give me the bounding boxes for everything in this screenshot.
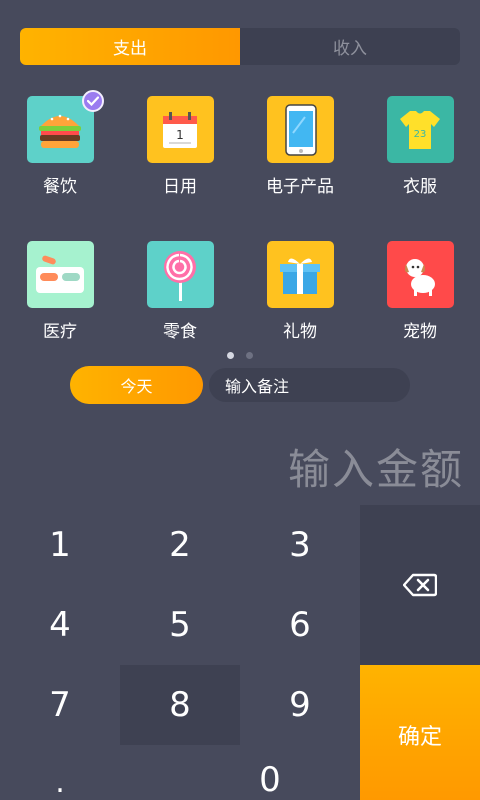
backspace-button[interactable] xyxy=(360,505,480,665)
calendar-icon: 1 xyxy=(163,111,197,148)
tab-expense[interactable]: 支出 xyxy=(20,28,240,65)
category-dining[interactable]: 餐饮 xyxy=(0,90,120,197)
note-input[interactable]: 输入备注 xyxy=(209,368,410,402)
category-tile xyxy=(26,241,94,308)
burger-icon xyxy=(39,114,81,148)
backspace-icon xyxy=(403,573,437,597)
category-tile xyxy=(386,241,454,308)
lollipop-icon xyxy=(164,250,196,301)
key-7[interactable]: 7 xyxy=(0,665,120,745)
key-8[interactable]: 8 xyxy=(120,665,240,745)
category-label: 宠物 xyxy=(403,322,437,342)
pills-icon xyxy=(36,255,84,293)
date-button[interactable]: 今天 xyxy=(70,366,203,404)
type-toggle: 支出 收入 xyxy=(20,28,460,65)
selected-check-icon xyxy=(81,90,104,112)
category-clothes[interactable]: 23 衣服 xyxy=(360,96,480,197)
category-label: 餐饮 xyxy=(43,177,77,197)
phone-icon xyxy=(285,103,317,156)
category-tile xyxy=(266,241,334,308)
confirm-button[interactable]: 确定 xyxy=(360,665,480,800)
category-label: 日用 xyxy=(163,177,197,197)
amount-display: 输入金额 xyxy=(287,445,464,494)
category-label: 零食 xyxy=(163,322,197,342)
key-1[interactable]: 1 xyxy=(0,505,120,585)
category-tile xyxy=(266,96,334,163)
key-3[interactable]: 3 xyxy=(240,505,360,585)
category-tile: 23 xyxy=(386,96,454,163)
key-6[interactable]: 6 xyxy=(240,585,360,665)
key-decimal[interactable]: . xyxy=(30,745,90,800)
category-electronics[interactable]: 电子产品 xyxy=(240,96,360,197)
category-tile xyxy=(146,241,214,308)
category-snacks[interactable]: 零食 xyxy=(120,241,240,342)
key-0[interactable]: 0 xyxy=(210,745,330,800)
shirt-number: 23 xyxy=(414,129,427,140)
key-5[interactable]: 5 xyxy=(120,585,240,665)
page-dot[interactable] xyxy=(246,351,253,359)
key-4[interactable]: 4 xyxy=(0,585,120,665)
category-panel: 支出 收入 餐饮 1 日用 电子产品 23 衣服 医疗 零食 礼物 宠物 今天 … xyxy=(0,0,480,420)
page-dot-active[interactable] xyxy=(227,351,234,359)
calendar-number: 1 xyxy=(176,128,184,142)
category-medical[interactable]: 医疗 xyxy=(0,241,120,342)
tab-income[interactable]: 收入 xyxy=(240,28,460,65)
category-label: 医疗 xyxy=(43,322,77,342)
category-label: 礼物 xyxy=(283,322,317,342)
category-label: 电子产品 xyxy=(266,177,334,197)
category-label: 衣服 xyxy=(403,177,437,197)
gift-icon xyxy=(280,257,320,294)
category-daily-use[interactable]: 1 日用 xyxy=(120,96,240,197)
key-9[interactable]: 9 xyxy=(240,665,360,745)
category-tile: 1 xyxy=(146,96,214,163)
category-pets[interactable]: 宠物 xyxy=(360,241,480,342)
numeric-keypad: 1 2 3 4 5 6 7 8 9 . 0 确定 xyxy=(0,505,480,800)
category-tile xyxy=(26,90,104,163)
page-indicator xyxy=(0,350,480,360)
dog-icon xyxy=(405,258,435,296)
category-gifts[interactable]: 礼物 xyxy=(240,241,360,342)
shirt-icon: 23 xyxy=(400,110,440,149)
key-2[interactable]: 2 xyxy=(120,505,240,585)
